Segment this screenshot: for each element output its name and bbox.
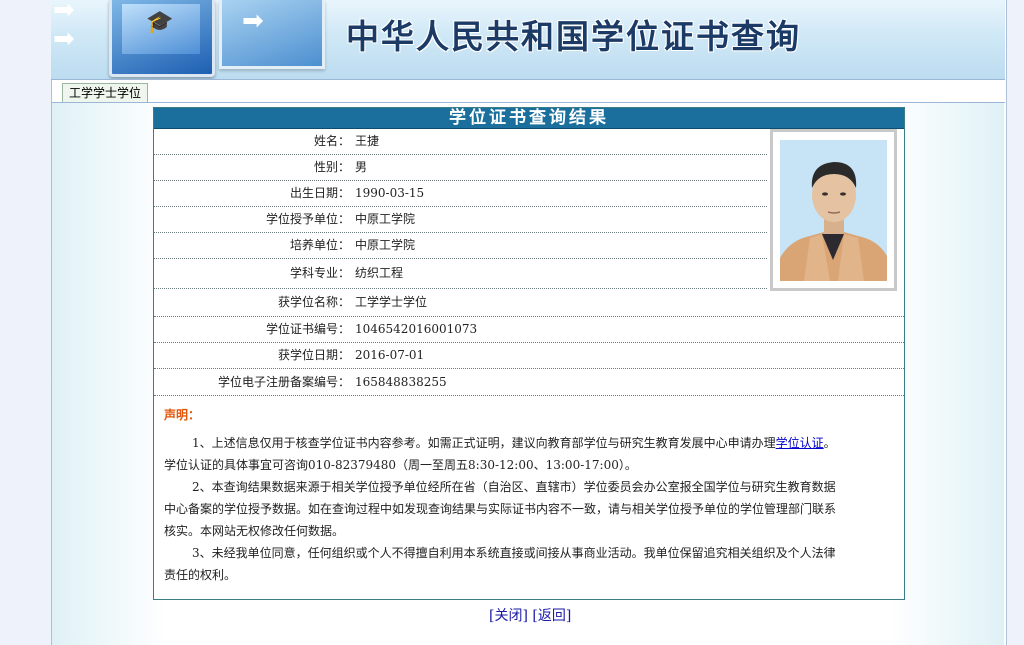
record-row: 性别： 男 <box>154 155 767 181</box>
photo-frame <box>770 129 897 291</box>
field-value: 工学学士学位 <box>355 295 428 309</box>
disclaimer-text: 中心备案的学位授予数据。如在查询过程中如发现查询结果与实际证书内容不一致，请与相… <box>164 502 837 516</box>
disclaimer: 声明： 1、上述信息仅用于核查学位证书内容参考。如需正式证明，建议向教育部学位与… <box>164 404 854 586</box>
result-panel: 学位证书查询结果 姓名： 王捷 性别： 男 出生日期： 1990-03-15 学… <box>153 107 905 600</box>
record-row: 获学位名称： 工学学士学位 <box>154 289 904 317</box>
record-row: 获学位日期： 2016-07-01 <box>154 343 904 369</box>
disclaimer-text: 核实。本网站无权修改任何数据。 <box>164 524 345 538</box>
record-row: 出生日期： 1990-03-15 <box>154 181 767 207</box>
field-label: 获学位名称： <box>277 295 350 309</box>
field-value: 纺织工程 <box>355 266 404 280</box>
panel-title: 学位证书查询结果 <box>154 108 904 129</box>
field-value: 2016-07-01 <box>355 348 425 362</box>
computer-icon: ➡ <box>219 0 325 69</box>
close-link[interactable]: [关闭] <box>489 608 528 624</box>
field-label: 培养单位： <box>289 238 350 252</box>
disclaimer-text: 责任的权利。 <box>164 568 237 582</box>
record-row: 学位证书编号： 1046542016001073 <box>154 317 904 343</box>
arrow-icon: ➡ <box>242 6 264 36</box>
disclaimer-text: 2、本查询结果数据来源于相关学位授予单位经所在省（自治区、直辖市）学位委员会办公… <box>192 480 836 494</box>
disclaimer-text: 学位认证的具体事宜可咨询010-82379480（周一至周五8:30-12:00… <box>164 458 637 472</box>
field-label: 姓名： <box>313 134 350 148</box>
field-value: 1046542016001073 <box>355 322 478 336</box>
header-banner: ➡ ➡ 🎓 ➡ 中华人民共和国学位证书查询 <box>51 0 1005 80</box>
field-label: 学位授予单位： <box>265 212 350 226</box>
record-row: 姓名： 王捷 <box>154 129 767 155</box>
site-title: 中华人民共和国学位证书查询 <box>346 17 801 56</box>
id-photo <box>780 140 887 281</box>
disclaimer-text: 。 <box>823 436 836 450</box>
field-value: 中原工学院 <box>355 212 416 226</box>
disclaimer-heading: 声明： <box>164 408 201 422</box>
arrow-icon: ➡ <box>53 24 75 54</box>
field-label: 学科专业： <box>289 266 350 280</box>
field-label: 性别： <box>313 160 350 174</box>
tab-degree[interactable]: 工学学士学位 <box>62 83 148 103</box>
record-row: 学位授予单位： 中原工学院 <box>154 207 767 233</box>
record-row: 学位电子注册备案编号： 165848838255 <box>154 369 904 396</box>
field-value: 165848838255 <box>355 375 447 389</box>
field-value: 王捷 <box>355 134 380 148</box>
field-value: 中原工学院 <box>355 238 416 252</box>
record-row: 学科专业： 纺织工程 <box>154 259 767 289</box>
field-label: 学位电子注册备案编号： <box>217 375 350 389</box>
disclaimer-text: 3、未经我单位同意，任何组织或个人不得擅自利用本系统直接或间接从事商业活动。我单… <box>192 546 836 560</box>
computer-icon: 🎓 <box>109 0 215 77</box>
field-label: 学位证书编号： <box>265 322 350 336</box>
degree-certification-link[interactable]: 学位认证 <box>776 436 824 450</box>
field-label: 获学位日期： <box>277 348 350 362</box>
field-label: 出生日期： <box>289 186 350 200</box>
footer-links: [关闭] [返回] <box>489 605 571 625</box>
back-link[interactable]: [返回] <box>532 608 571 624</box>
disclaimer-paragraph: 1、上述信息仅用于核查学位证书内容参考。如需正式证明，建议向教育部学位与研究生教… <box>164 432 854 454</box>
disclaimer-text: 1、上述信息仅用于核查学位证书内容参考。如需正式证明，建议向教育部学位与研究生教… <box>192 436 776 450</box>
field-value: 男 <box>355 160 368 174</box>
record-row: 培养单位： 中原工学院 <box>154 233 767 259</box>
graduation-cap-icon: 🎓 <box>146 10 174 35</box>
arrow-icon: ➡ <box>53 0 75 25</box>
field-value: 1990-03-15 <box>355 186 425 200</box>
